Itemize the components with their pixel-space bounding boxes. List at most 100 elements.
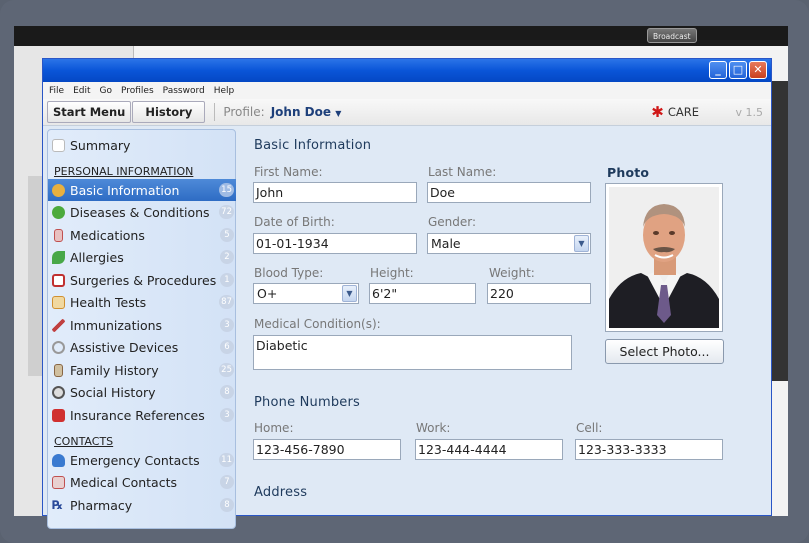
close-button[interactable]: ✕ xyxy=(749,61,767,79)
chevron-down-icon: ▼ xyxy=(342,285,357,302)
sidebar-item-basic-information[interactable]: Basic Information 15 xyxy=(48,179,236,201)
minimize-button[interactable]: _ xyxy=(709,61,727,79)
count-badge: 1 xyxy=(220,273,234,287)
maximize-icon: □ xyxy=(732,63,744,76)
cell-phone-field[interactable]: 123-333-3333 xyxy=(575,439,723,460)
summary-icon xyxy=(52,138,65,152)
menu-help[interactable]: Help xyxy=(214,86,235,96)
person-icon xyxy=(52,183,65,197)
sidebar-item-summary[interactable]: Summary xyxy=(48,134,236,156)
care-star-icon: ✱ xyxy=(651,103,664,121)
monitor-frame: Broadcast _ □ ✕ File Edit Go Profiles Pa… xyxy=(0,0,809,543)
sidebar-item-label: Summary xyxy=(70,137,131,153)
count-badge: 87 xyxy=(219,295,234,309)
blood-type-value: O+ xyxy=(257,286,278,301)
sidebar-item-family-history[interactable]: Family History 25 xyxy=(48,359,236,381)
work-phone-field[interactable]: 123-444-4444 xyxy=(415,439,563,460)
photo-title: Photo xyxy=(607,165,650,180)
maximize-button[interactable]: □ xyxy=(729,61,747,79)
dob-field[interactable]: 01-01-1934 xyxy=(253,233,417,254)
sidebar-item-label: Diseases & Conditions xyxy=(70,204,210,220)
family-icon xyxy=(54,363,63,377)
toolbar: Start Menu History Profile: John Doe ▼ ✱… xyxy=(43,99,771,126)
background-sidebar xyxy=(28,176,42,376)
menu-go[interactable]: Go xyxy=(100,86,112,96)
sidebar-item-label: Family History xyxy=(70,362,159,378)
last-name-field[interactable]: Doe xyxy=(427,182,591,203)
history-button[interactable]: History xyxy=(132,101,206,123)
sidebar-item-label: Pharmacy xyxy=(70,497,133,513)
sidebar-item-assistive-devices[interactable]: Assistive Devices 6 xyxy=(48,336,236,358)
count-badge: 2 xyxy=(220,250,234,264)
cell-phone-label: Cell: xyxy=(576,421,603,435)
chevron-down-icon: ▼ xyxy=(335,109,342,118)
count-badge: 15 xyxy=(219,183,234,197)
sidebar-item-immunizations[interactable]: Immunizations 3 xyxy=(48,314,236,336)
sidebar-item-label: Insurance References xyxy=(70,407,205,423)
home-phone-label: Home: xyxy=(254,421,294,435)
emergency-contact-icon xyxy=(52,453,65,467)
home-phone-field[interactable]: 123-456-7890 xyxy=(253,439,401,460)
disease-icon xyxy=(52,205,65,219)
work-phone-label: Work: xyxy=(416,421,451,435)
portrait-image xyxy=(609,187,719,328)
close-icon: ✕ xyxy=(753,63,763,76)
sidebar-item-allergies[interactable]: Allergies 2 xyxy=(48,246,236,268)
last-name-label: Last Name: xyxy=(428,165,497,179)
weight-field[interactable]: 220 xyxy=(487,283,591,304)
menu-profiles[interactable]: Profiles xyxy=(121,86,154,96)
sidebar-item-label: Assistive Devices xyxy=(70,339,179,355)
medication-icon xyxy=(54,228,63,242)
sidebar-item-label: Emergency Contacts xyxy=(70,452,200,468)
personal-info-header: PERSONAL INFORMATION xyxy=(54,165,194,178)
sidebar-item-emergency-contacts[interactable]: Emergency Contacts 11 xyxy=(48,449,236,471)
test-icon xyxy=(52,295,65,309)
version-label: v 1.5 xyxy=(735,106,764,119)
medical-condition-label: Medical Condition(s): xyxy=(254,317,381,331)
count-badge: 5 xyxy=(220,228,234,242)
sidebar-item-label: Medical Contacts xyxy=(70,474,178,490)
sidebar-item-social-history[interactable]: Social History 8 xyxy=(48,381,236,403)
pharmacy-icon: ℞ xyxy=(52,497,63,512)
profile-dropdown[interactable]: John Doe ▼ xyxy=(271,105,342,119)
basic-info-title: Basic Information xyxy=(254,138,372,153)
care-label: CARE xyxy=(667,105,699,119)
first-name-field[interactable]: John xyxy=(253,182,417,203)
medical-condition-field[interactable]: Diabetic xyxy=(253,335,572,370)
toolbar-separator xyxy=(214,103,216,121)
count-badge: 25 xyxy=(219,363,234,377)
social-icon xyxy=(52,385,65,399)
sidebar-item-health-tests[interactable]: Health Tests 87 xyxy=(48,291,236,313)
blood-type-select[interactable]: O+ ▼ xyxy=(253,283,359,304)
count-badge: 8 xyxy=(220,385,234,399)
count-badge: 6 xyxy=(220,340,234,354)
menu-file[interactable]: File xyxy=(49,86,64,96)
blood-type-label: Blood Type: xyxy=(254,266,324,280)
count-badge: 7 xyxy=(220,475,234,489)
menu-edit[interactable]: Edit xyxy=(73,86,90,96)
phone-numbers-title: Phone Numbers xyxy=(254,395,360,410)
weight-label: Weight: xyxy=(489,266,535,280)
title-bar[interactable]: _ □ ✕ xyxy=(43,59,771,82)
photo-frame xyxy=(605,183,723,332)
sidebar-item-label: Immunizations xyxy=(70,317,163,333)
sidebar-item-medical-contacts[interactable]: Medical Contacts 7 xyxy=(48,471,236,493)
medical-contact-icon xyxy=(52,475,65,489)
minimize-icon: _ xyxy=(715,63,721,76)
sidebar-item-diseases[interactable]: Diseases & Conditions 72 xyxy=(48,201,236,223)
sidebar-item-surgeries[interactable]: Surgeries & Procedures 1 xyxy=(48,269,236,291)
profile-label: Profile: xyxy=(223,105,265,119)
sidebar-item-pharmacy[interactable]: ℞ Pharmacy 8 xyxy=(48,494,236,516)
background-scroll-strip xyxy=(770,81,788,381)
select-photo-button[interactable]: Select Photo... xyxy=(605,339,724,364)
count-badge: 3 xyxy=(220,318,234,332)
syringe-icon xyxy=(52,318,65,332)
menu-bar: File Edit Go Profiles Password Help xyxy=(43,82,771,99)
start-menu-button[interactable]: Start Menu xyxy=(47,101,132,123)
menu-password[interactable]: Password xyxy=(163,86,205,96)
sidebar-item-insurance[interactable]: Insurance References 3 xyxy=(48,404,236,426)
gender-select[interactable]: Male ▼ xyxy=(427,233,591,254)
height-field[interactable]: 6'2" xyxy=(369,283,476,304)
broadcast-button[interactable]: Broadcast xyxy=(647,28,697,43)
sidebar-item-medications[interactable]: Medications 5 xyxy=(48,224,236,246)
